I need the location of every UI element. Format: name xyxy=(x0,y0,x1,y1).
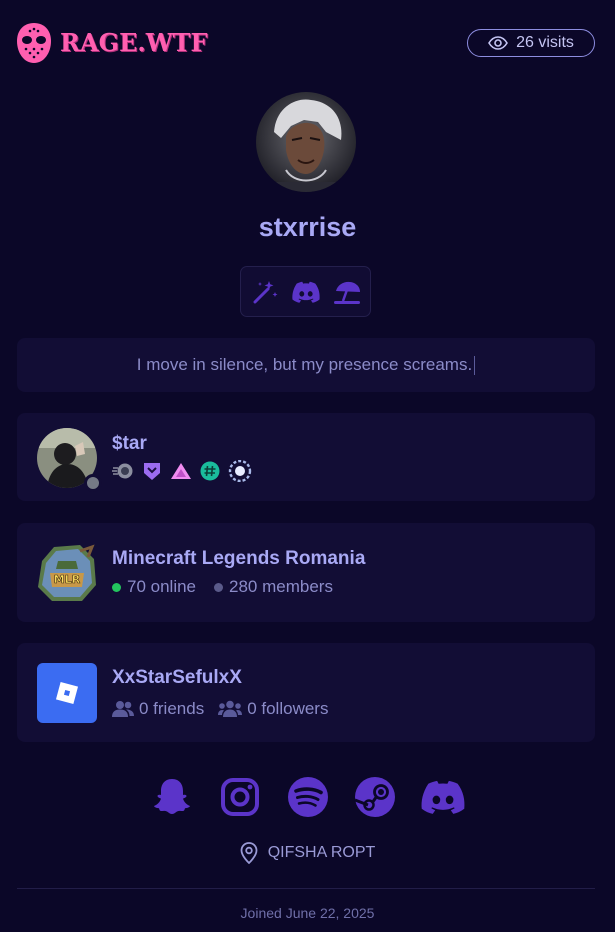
roblox-card[interactable]: XxStarSefulxX 0 friends 0 followers xyxy=(17,643,595,742)
profile-bio: I move in silence, but my presence screa… xyxy=(17,338,595,392)
online-count: 70 online xyxy=(112,577,196,597)
hashtag-badge-icon[interactable] xyxy=(200,461,220,481)
discord-presence-card[interactable]: $tar xyxy=(17,413,595,501)
bio-text: I move in silence, but my presence screa… xyxy=(136,355,473,374)
online-dot xyxy=(112,583,121,593)
server-stats: 70 online 280 members xyxy=(112,577,333,597)
instagram-icon[interactable] xyxy=(218,775,262,819)
discord-username: $tar xyxy=(112,433,147,454)
location: QIFSHA ROPT xyxy=(0,842,615,864)
member-count: 280 members xyxy=(214,577,333,597)
joined-date: Joined June 22, 2025 xyxy=(240,905,375,921)
location-label: QIFSHA ROPT xyxy=(267,844,376,861)
roblox-stats: 0 friends 0 followers xyxy=(112,699,328,719)
social-links xyxy=(150,774,465,820)
snapchat-icon[interactable] xyxy=(150,775,194,819)
server-icon: MLR xyxy=(36,543,98,603)
server-icon-text: MLR xyxy=(54,573,81,586)
discord-server-card[interactable]: MLR Minecraft Legends Romania 70 online … xyxy=(17,523,595,622)
laurel-badge-icon[interactable] xyxy=(228,460,252,482)
eye-icon xyxy=(488,36,509,50)
typing-cursor xyxy=(474,355,476,375)
profile-avatar xyxy=(256,92,356,192)
visits-label: 26 visits xyxy=(516,34,574,51)
hockey-mask-icon[interactable] xyxy=(16,22,52,64)
roblox-username: XxStarSefulxX xyxy=(112,667,242,688)
discord-icon[interactable] xyxy=(291,278,320,306)
nitro-boost-icon[interactable] xyxy=(112,462,134,480)
magic-wand-icon[interactable] xyxy=(251,278,279,306)
discord-icon[interactable] xyxy=(421,775,465,819)
top-bar: RAGE.WTF 26 visits xyxy=(0,0,615,88)
footer-divider xyxy=(17,888,595,889)
steam-icon[interactable] xyxy=(353,775,397,819)
followers-icon xyxy=(218,700,243,717)
spotify-icon[interactable] xyxy=(286,775,330,819)
brand-logo[interactable]: RAGE.WTF xyxy=(60,28,208,57)
triangle-badge-icon[interactable] xyxy=(170,461,192,481)
server-name: Minecraft Legends Romania xyxy=(112,548,366,569)
profile-username: stxrrise xyxy=(258,212,357,242)
hypesquad-icon[interactable] xyxy=(142,461,162,481)
status-indicator xyxy=(84,474,102,492)
visits-counter: 26 visits xyxy=(467,29,595,57)
discord-badges xyxy=(112,460,252,482)
map-pin-icon xyxy=(240,842,258,864)
roblox-icon xyxy=(37,663,97,723)
profile-badges xyxy=(240,266,371,317)
friends-icon xyxy=(112,701,134,717)
members-dot xyxy=(214,583,224,593)
followers-stat: 0 followers xyxy=(218,699,328,719)
friends-stat: 0 friends xyxy=(112,699,204,719)
beach-umbrella-icon[interactable] xyxy=(333,278,361,306)
